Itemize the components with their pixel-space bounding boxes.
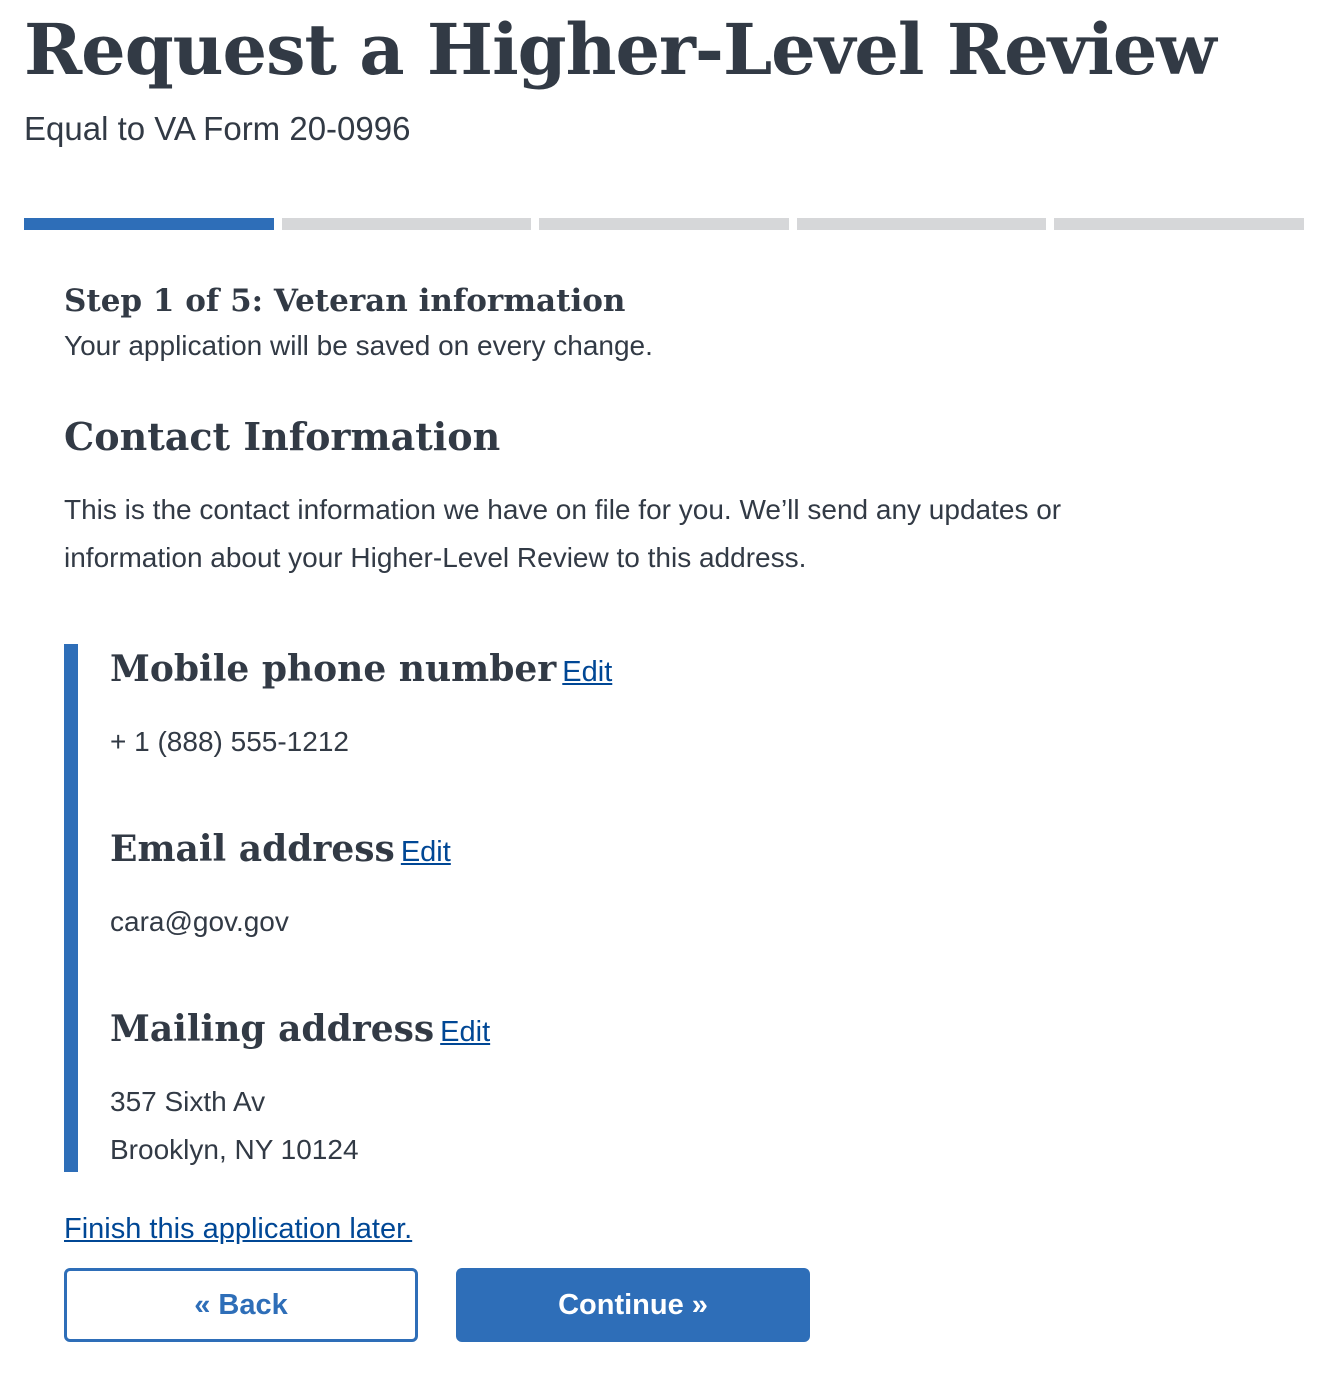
mobile-phone-value: + 1 (888) 555-1212 [110, 726, 349, 757]
progress-segment-5 [1054, 218, 1304, 230]
email-address-value: cara@gov.gov [110, 906, 289, 937]
progress-segment-3 [539, 218, 789, 230]
page-title: Request a Higher-Level Review [24, 8, 1217, 91]
progress-segment-1 [24, 218, 274, 230]
mailing-address-heading: Mailing address Edit [110, 1004, 490, 1057]
continue-button[interactable]: Continue » [456, 1268, 810, 1342]
edit-phone-link[interactable]: Edit [562, 656, 612, 688]
mobile-phone-label: Mobile phone number [110, 648, 557, 690]
back-button[interactable]: « Back [64, 1268, 418, 1342]
edit-mailing-address-link[interactable]: Edit [440, 1016, 490, 1048]
contact-information-description: This is the contact information we have … [64, 494, 1062, 573]
step-title: Step 1 of 5: Veteran information [64, 283, 626, 319]
mailing-address-line1: 357 Sixth Av [110, 1086, 266, 1117]
progress-bar [24, 218, 1304, 230]
mobile-phone-heading: Mobile phone number Edit [110, 644, 612, 697]
contact-information-heading: Contact Information [64, 414, 501, 459]
progress-segment-4 [796, 218, 1047, 230]
form-number-subtitle: Equal to VA Form 20-0996 [24, 110, 411, 147]
email-address-label: Email address [110, 828, 395, 870]
edit-email-link[interactable]: Edit [401, 836, 451, 868]
mailing-address-line2: Brooklyn, NY 10124 [110, 1134, 359, 1165]
autosave-note: Your application will be saved on every … [64, 330, 653, 361]
contact-info-block: Mobile phone number Edit + 1 (888) 555-12… [64, 644, 964, 1172]
progress-segment-2 [281, 218, 532, 230]
email-address-heading: Email address Edit [110, 824, 451, 877]
finish-later-link[interactable]: Finish this application later. [64, 1208, 412, 1250]
mailing-address-label: Mailing address [110, 1008, 435, 1050]
